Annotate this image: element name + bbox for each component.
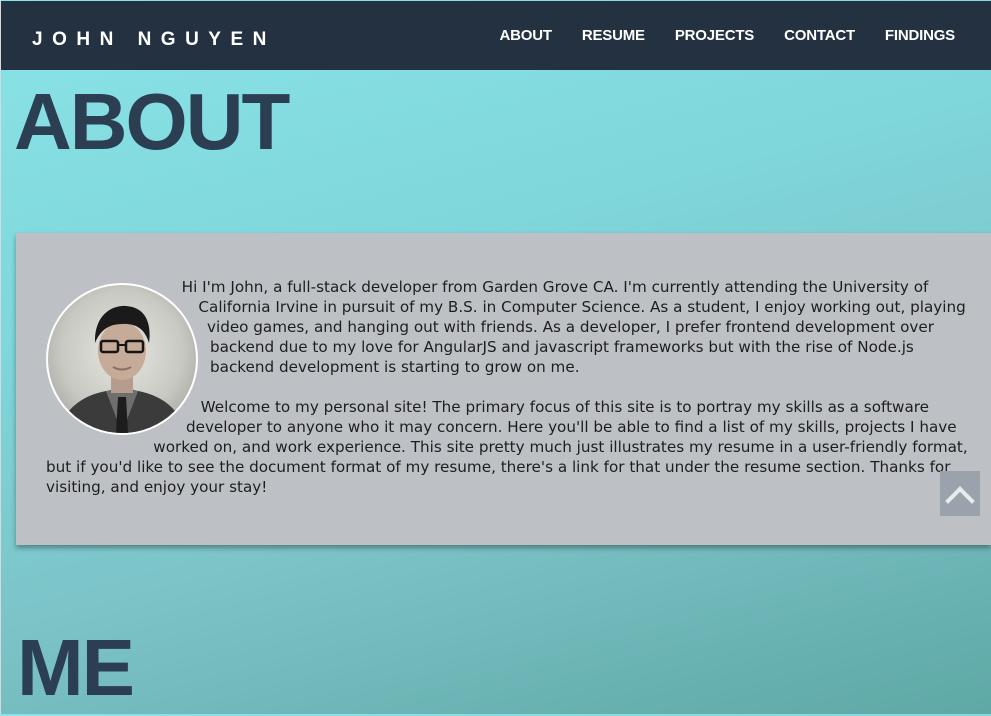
chevron-up-icon <box>945 485 975 504</box>
about-heading: ABOUT <box>14 77 290 166</box>
scroll-to-top-button[interactable] <box>940 471 980 516</box>
profile-avatar <box>46 283 198 435</box>
nav-menu: ABOUT RESUME PROJECTS CONTACT FINDINGS <box>500 27 956 44</box>
about-text: Hi I'm John, a full-stack developer from… <box>46 277 981 517</box>
window-edge <box>0 0 1 714</box>
nav-contact[interactable]: CONTACT <box>784 27 855 44</box>
nav-findings[interactable]: FINDINGS <box>885 27 955 44</box>
profile-photo-icon <box>58 305 186 433</box>
brand-logo[interactable]: JOHN NGUYEN <box>32 29 276 51</box>
me-heading: ME <box>17 623 135 712</box>
about-card: Hi I'm John, a full-stack developer from… <box>16 233 991 545</box>
nav-projects[interactable]: PROJECTS <box>675 27 754 44</box>
nav-about[interactable]: ABOUT <box>500 27 553 44</box>
top-navbar: JOHN NGUYEN ABOUT RESUME PROJECTS CONTAC… <box>1 1 991 70</box>
nav-resume[interactable]: RESUME <box>582 27 645 44</box>
